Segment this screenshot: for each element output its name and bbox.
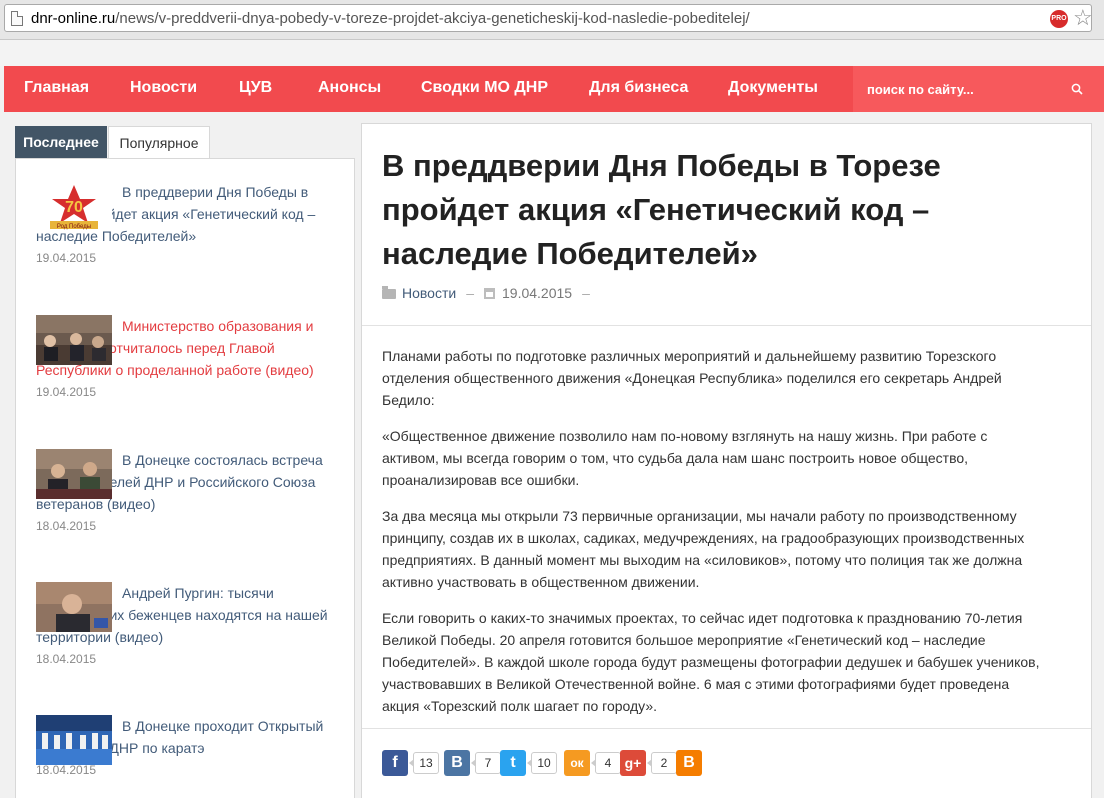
nav-item-news[interactable]: Новости (130, 66, 197, 112)
tab-latest[interactable]: Последнее (15, 126, 107, 158)
news-date: 18.04.2015 (36, 519, 97, 533)
address-bar[interactable]: dnr-online.ru/news/v-preddverii-dnya-pob… (4, 4, 1093, 32)
google-plus-share-icon[interactable]: g+ (620, 750, 646, 776)
article-paragraph: Если говорить о каких-то значимых проект… (382, 610, 1040, 714)
facebook-share-count: 13 (409, 752, 439, 774)
news-date: 19.04.2015 (36, 251, 97, 265)
article-paragraph: Планами работы по подготовке различных м… (382, 348, 1002, 408)
nav-item-business[interactable]: Для бизнеса (589, 66, 688, 112)
divider (362, 325, 1091, 326)
list-item[interactable]: Андрей Пургин: тысячи политических бежен… (36, 582, 336, 666)
article-date: 19.04.2015 (502, 285, 573, 301)
blogger-share-icon[interactable]: B (676, 750, 702, 776)
article: В преддверии Дня Победы в Торезе пройдет… (361, 123, 1092, 798)
search-icon[interactable] (1071, 83, 1083, 95)
list-item[interactable]: Министерство образования и науки ДНР отч… (36, 315, 336, 399)
list-item[interactable]: В Донецке проходит Открытый чемпионат ДН… (36, 715, 336, 777)
folder-icon (382, 286, 396, 299)
news-thumbnail[interactable] (36, 715, 112, 765)
nav-item-announcements[interactable]: Анонсы (318, 66, 381, 112)
meta-separator: – (582, 285, 590, 301)
list-item[interactable]: 70 Род Победы В преддверии Дня Победы в … (36, 181, 336, 265)
google-plus-share-count: 2 (647, 752, 677, 774)
thumb-badge-number: 70 (65, 199, 83, 216)
bookmark-star-icon[interactable]: ☆ (1073, 6, 1093, 30)
browser-toolbar: dnr-online.ru/news/v-preddverii-dnya-pob… (0, 0, 1104, 40)
twitter-share-count: 10 (527, 752, 557, 774)
tab-popular[interactable]: Популярное (108, 126, 210, 158)
meta-separator: – (466, 285, 474, 301)
search-box (853, 66, 1104, 112)
article-paragraph: «Общественное движение позволило нам по-… (382, 428, 988, 488)
news-date: 19.04.2015 (36, 385, 97, 399)
list-item[interactable]: В Донецке состоялась встреча представите… (36, 449, 336, 533)
nav-item-documents[interactable]: Документы (728, 66, 818, 112)
calendar-icon (484, 288, 495, 299)
main-navigation: Главная Новости ЦУВ Анонсы Сводки МО ДНР… (4, 66, 1104, 112)
twitter-share-icon[interactable]: t (500, 750, 526, 776)
url-text[interactable]: dnr-online.ru/news/v-preddverii-dnya-pob… (31, 10, 750, 27)
page-icon (11, 11, 23, 26)
divider (362, 728, 1091, 729)
url-host: dnr-online.ru (31, 10, 116, 27)
category-link[interactable]: Новости (402, 285, 456, 301)
odnoklassniki-share-icon[interactable]: ок (564, 750, 590, 776)
latest-news-list: 70 Род Победы В преддверии Дня Победы в … (15, 158, 355, 798)
nav-item-cuv[interactable]: ЦУВ (239, 66, 272, 112)
article-paragraph: За два месяца мы открыли 73 первичные ор… (382, 508, 1025, 590)
article-title: В преддверии Дня Победы в Торезе пройдет… (382, 148, 941, 271)
article-meta: Новости –19.04.2015– (382, 285, 600, 301)
search-input[interactable] (867, 78, 1057, 100)
site-header (0, 40, 1104, 86)
facebook-share-icon[interactable]: f (382, 750, 408, 776)
vk-share-icon[interactable]: B (444, 750, 470, 776)
news-thumbnail[interactable] (36, 315, 112, 365)
article-body: Планами работы по подготовке различных м… (382, 345, 1042, 731)
news-thumbnail[interactable]: 70 Род Победы (36, 181, 112, 231)
sidebar: Последнее Популярное 70 Род Победы В пре… (15, 126, 355, 798)
news-thumbnail[interactable] (36, 582, 112, 632)
thumb-badge-caption: Род Победы (57, 224, 91, 230)
news-date: 18.04.2015 (36, 763, 97, 777)
nav-item-home[interactable]: Главная (24, 66, 89, 112)
nav-item-reports[interactable]: Сводки МО ДНР (421, 66, 548, 112)
vk-share-count: 7 (471, 752, 501, 774)
news-thumbnail[interactable] (36, 449, 112, 499)
url-path: /news/v-preddverii-dnya-pobedy-v-toreze-… (115, 10, 750, 27)
news-date: 18.04.2015 (36, 652, 97, 666)
pro-extension-icon[interactable]: PRO (1050, 10, 1068, 28)
odnoklassniki-share-count: 4 (591, 752, 621, 774)
